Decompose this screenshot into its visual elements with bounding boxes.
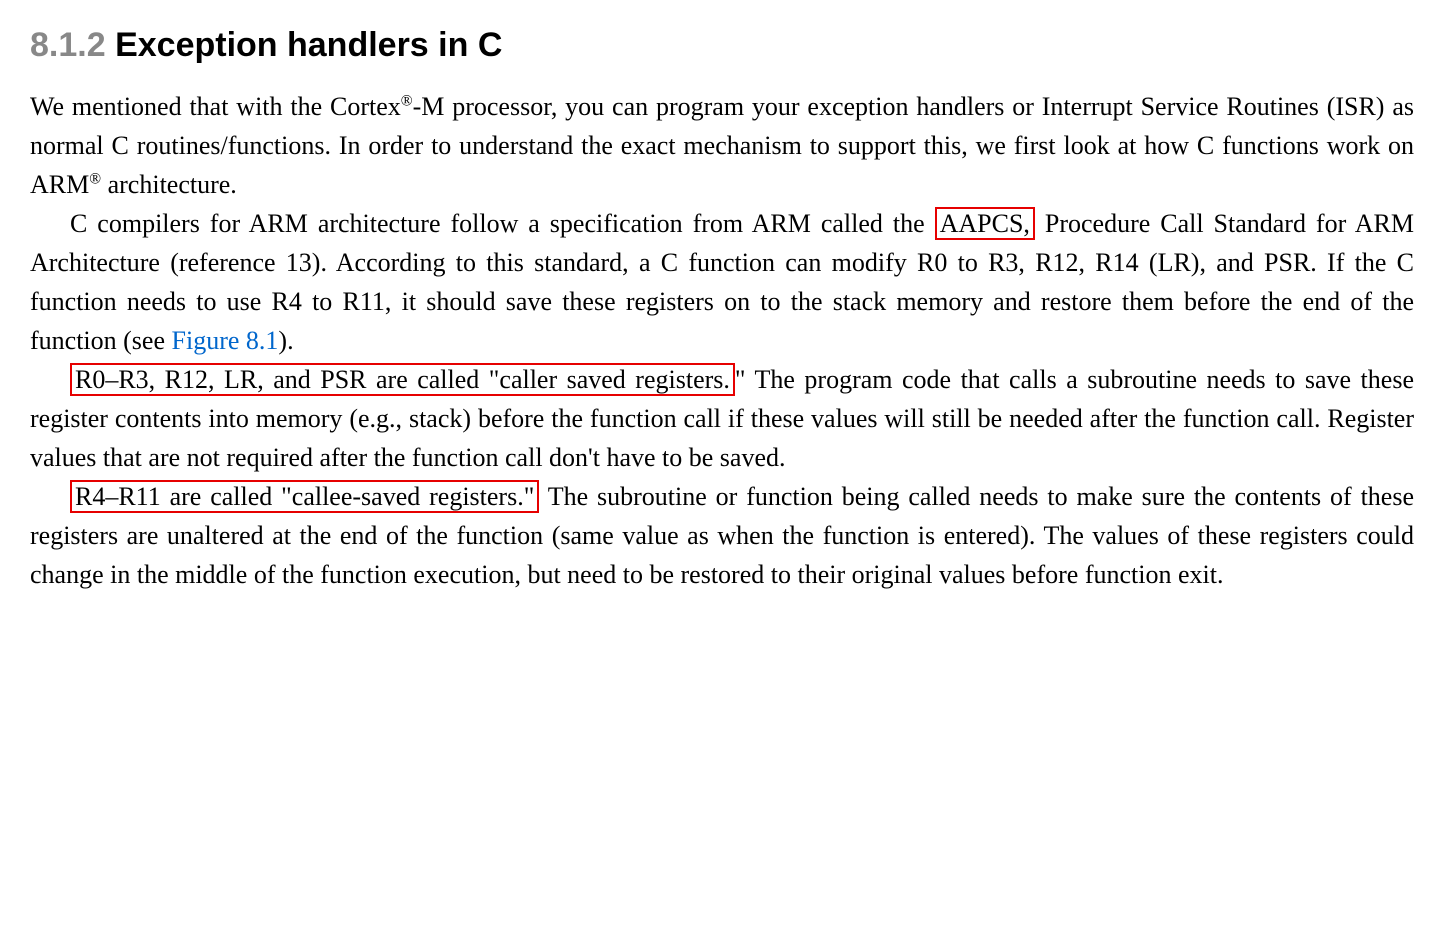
text: C compilers for ARM architecture follow … (70, 209, 935, 238)
paragraph-1: We mentioned that with the Cortex®-M pro… (30, 87, 1414, 204)
text: We mentioned that with the Cortex (30, 92, 401, 121)
registered-symbol: ® (401, 92, 413, 109)
section-number: 8.1.2 (30, 26, 106, 64)
section-title: Exception handlers in C (115, 26, 502, 64)
paragraph-4: R4–R11 are called "callee-saved register… (30, 477, 1414, 594)
section-heading: 8.1.2 Exception handlers in C (30, 20, 1414, 71)
text: architecture. (101, 170, 237, 199)
highlight-caller-saved: R0–R3, R12, LR, and PSR are called "call… (70, 363, 735, 396)
registered-symbol: ® (89, 170, 101, 187)
highlight-callee-saved: R4–R11 are called "callee-saved register… (70, 480, 539, 513)
paragraph-2: C compilers for ARM architecture follow … (30, 204, 1414, 360)
paragraph-3: R0–R3, R12, LR, and PSR are called "call… (30, 360, 1414, 477)
text: ). (278, 326, 293, 355)
highlight-aapcs: AAPCS, (935, 207, 1035, 240)
figure-link[interactable]: Figure 8.1 (172, 326, 279, 355)
